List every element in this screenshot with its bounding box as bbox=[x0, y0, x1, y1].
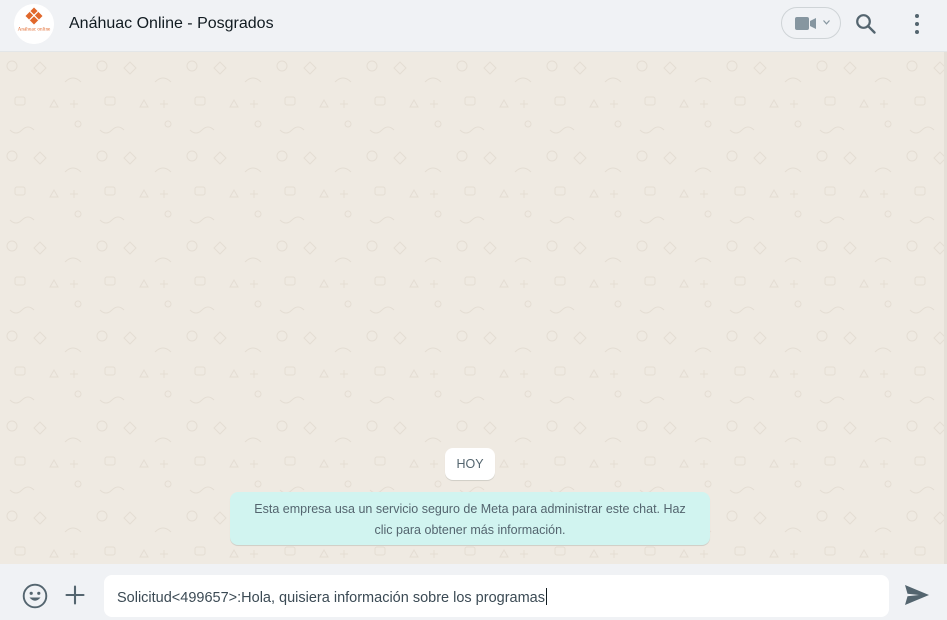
emoji-icon[interactable] bbox=[22, 583, 48, 609]
video-camera-icon bbox=[795, 17, 816, 30]
video-call-button[interactable] bbox=[781, 7, 841, 39]
message-input-text: Solicitud<499657>:Hola, quisiera informa… bbox=[117, 588, 547, 606]
chat-messages-area[interactable]: HOY Esta empresa usa un servicio seguro … bbox=[0, 52, 947, 564]
chat-wallpaper-pattern bbox=[0, 52, 947, 564]
more-vertical-icon[interactable] bbox=[908, 13, 926, 35]
contact-name[interactable]: Anáhuac Online - Posgrados bbox=[69, 15, 274, 33]
plus-icon[interactable] bbox=[65, 585, 85, 605]
anahuac-logo-icon: Anáhuac online bbox=[14, 4, 54, 44]
message-composer: Solicitud<499657>:Hola, quisiera informa… bbox=[0, 564, 947, 620]
date-divider: HOY bbox=[445, 448, 495, 480]
avatar[interactable]: Anáhuac online bbox=[14, 4, 54, 44]
logo-text: Anáhuac online bbox=[18, 27, 51, 33]
message-input[interactable]: Solicitud<499657>:Hola, quisiera informa… bbox=[104, 575, 889, 617]
chat-header: Anáhuac online Anáhuac Online - Posgrado… bbox=[0, 0, 947, 52]
whatsapp-chat-window: Anáhuac online Anáhuac Online - Posgrado… bbox=[0, 0, 947, 620]
chevron-down-icon bbox=[823, 20, 830, 25]
message-text-value: Solicitud<499657>:Hola, quisiera informa… bbox=[117, 590, 545, 606]
search-icon[interactable] bbox=[855, 13, 877, 35]
text-caret bbox=[546, 588, 547, 605]
encryption-notice-message[interactable]: Esta empresa usa un servicio seguro de M… bbox=[230, 492, 710, 545]
send-icon[interactable] bbox=[904, 584, 930, 606]
